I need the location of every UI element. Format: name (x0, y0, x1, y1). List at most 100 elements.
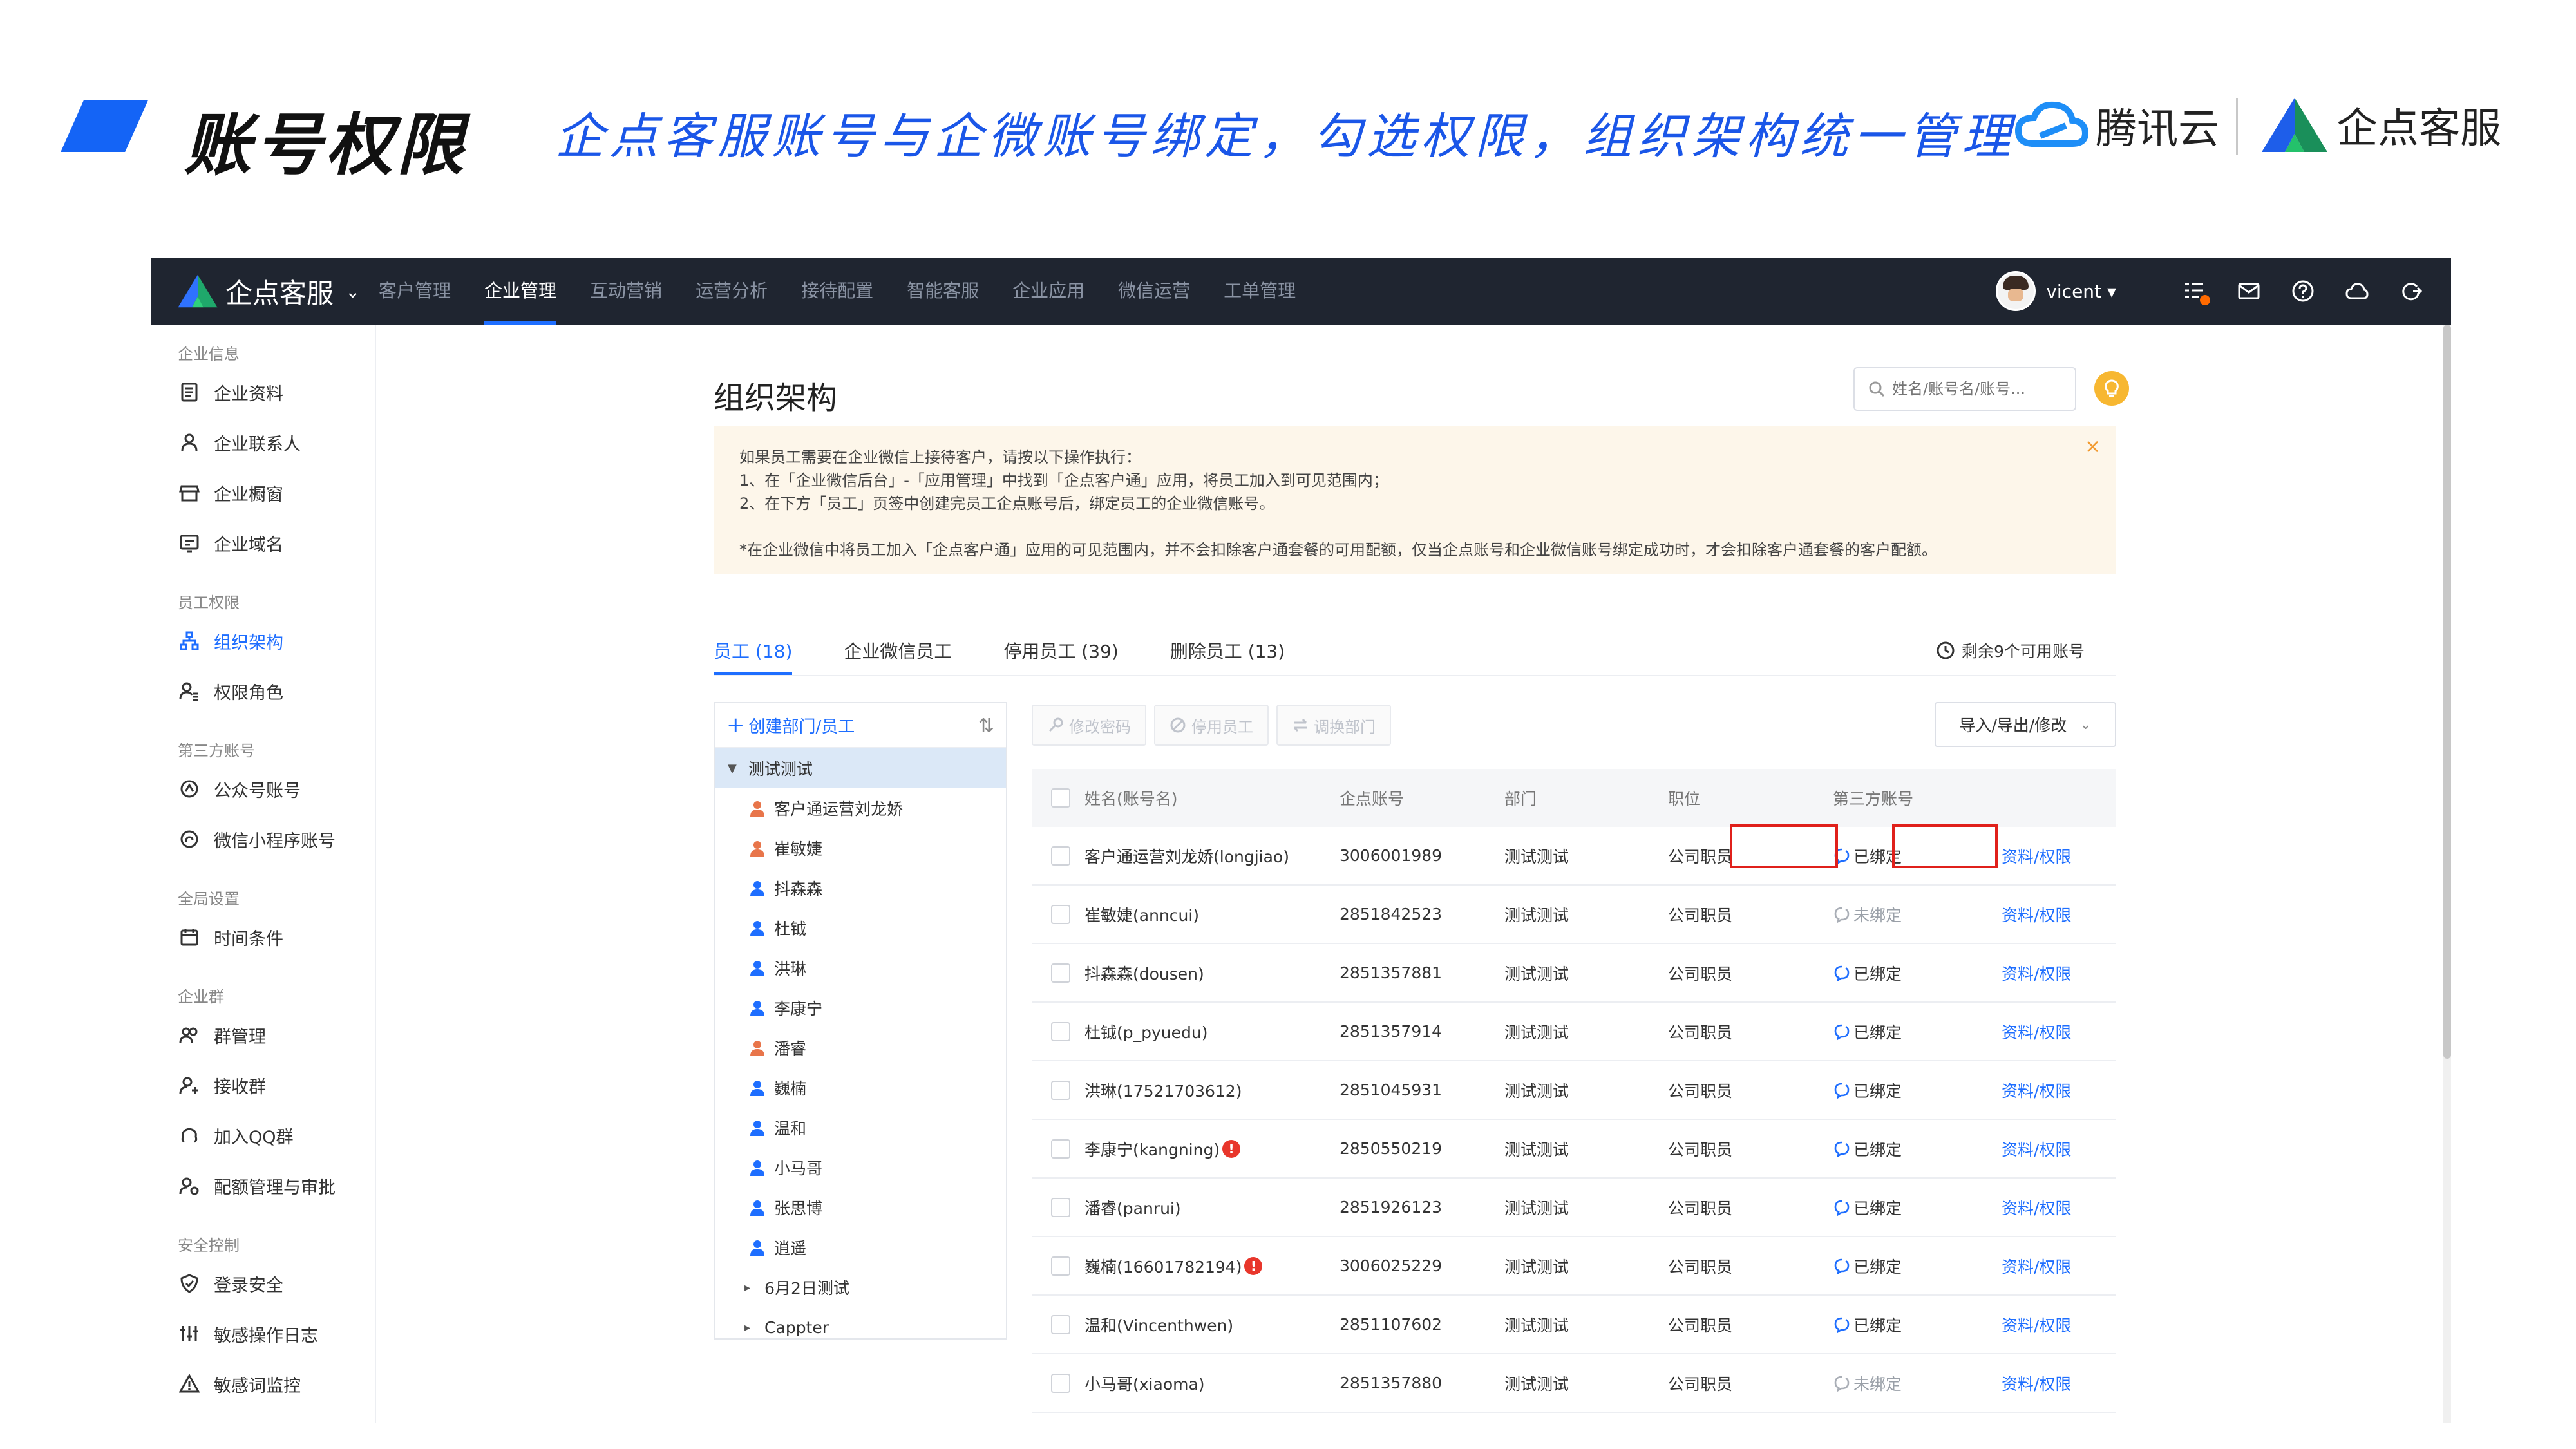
table-row[interactable]: 洪琳(17521703612) 2851045931 测试测试 公司职员 已绑定 资料/权… (1032, 1061, 2116, 1120)
profile-permission-link[interactable]: 资料/权限 (2002, 903, 2105, 926)
nav-logo[interactable]: 企点客服 ⌄ (176, 269, 360, 313)
profile-permission-link[interactable]: 资料/权限 (2002, 844, 2105, 867)
search-input[interactable] (1892, 380, 2066, 398)
tip-bulb-icon[interactable] (2094, 371, 2129, 406)
profile-permission-link[interactable]: 资料/权限 (2002, 1196, 2105, 1219)
sidebar-item[interactable]: 敏感操作日志 (151, 1309, 375, 1359)
tab-0[interactable]: 员工 (18) (714, 639, 793, 675)
cell-third-party[interactable]: 未绑定 (1833, 903, 2002, 926)
cell-third-party[interactable]: 已绑定 (1833, 1255, 2002, 1278)
tree-member-node[interactable]: 巍楠 (715, 1068, 1006, 1108)
cell-third-party[interactable]: 已绑定 (1833, 1020, 2002, 1043)
nav-item-1[interactable]: 企业管理 (484, 258, 557, 325)
table-row[interactable]: 抖森森(dousen) 2851357881 测试测试 公司职员 已绑定 资料/权限 (1032, 944, 2116, 1003)
tab-3[interactable]: 删除员工 (13) (1170, 639, 1285, 675)
tree-member-node[interactable]: 张思博 (715, 1188, 1006, 1227)
tree-member-node[interactable]: 潘睿 (715, 1028, 1006, 1068)
avatar[interactable] (1996, 271, 2036, 311)
table-row[interactable]: 潘睿(panrui) 2851926123 测试测试 公司职员 已绑定 资料/权限 (1032, 1179, 2116, 1237)
search-box[interactable] (1853, 367, 2076, 411)
tree-member-node[interactable]: 崔敏婕 (715, 828, 1006, 868)
tree-member-node[interactable]: 洪琳 (715, 948, 1006, 988)
row-checkbox[interactable] (1051, 1314, 1070, 1334)
cell-third-party[interactable]: 已绑定 (1833, 961, 2002, 985)
cell-third-party[interactable]: 已绑定 (1833, 1196, 2002, 1219)
help-icon[interactable] (2289, 277, 2317, 305)
sidebar-item[interactable]: 企业联系人 (151, 417, 375, 468)
tree-dept-node[interactable]: ▸ 6月2日测试 (715, 1267, 1006, 1307)
row-checkbox[interactable] (1051, 846, 1070, 866)
row-checkbox[interactable] (1051, 1256, 1070, 1276)
table-row[interactable]: 温和(Vincenthwen) 2851107602 测试测试 公司职员 已绑定 资料/权… (1032, 1296, 2116, 1354)
sidebar-item[interactable]: 配额管理与审批 (151, 1160, 375, 1211)
tree-dept-node[interactable]: ▸ Cappter (715, 1307, 1006, 1347)
tree-member-node[interactable]: 小马哥 (715, 1148, 1006, 1188)
tree-member-node[interactable]: 逍遥 (715, 1227, 1006, 1267)
select-all-checkbox[interactable] (1051, 788, 1070, 808)
sidebar-item[interactable]: 群管理 (151, 1010, 375, 1060)
sidebar-item[interactable]: 接收群 (151, 1060, 375, 1110)
alert-icon[interactable]: ! (1244, 1256, 1263, 1275)
row-checkbox[interactable] (1051, 904, 1070, 924)
sort-icon[interactable]: ⇅ (978, 715, 994, 737)
table-row[interactable]: 崔敏婕(anncui) 2851842523 测试测试 公司职员 未绑定 资料/权限 (1032, 886, 2116, 944)
tab-1[interactable]: 企业微信员工 (844, 639, 952, 675)
mail-icon[interactable] (2235, 277, 2263, 305)
cell-third-party[interactable]: 未绑定 (1833, 1372, 2002, 1395)
profile-permission-link[interactable]: 资料/权限 (2002, 961, 2105, 985)
user-menu[interactable]: vicent ▾ (2046, 281, 2116, 302)
profile-permission-link[interactable]: 资料/权限 (2002, 1079, 2105, 1102)
sidebar-item[interactable]: 登录安全 (151, 1258, 375, 1309)
row-checkbox[interactable] (1051, 963, 1070, 983)
sidebar-item[interactable]: 组织架构 (151, 616, 375, 666)
tree-member-node[interactable]: 温和 (715, 1108, 1006, 1148)
nav-item-0[interactable]: 客户管理 (379, 258, 451, 325)
tree-root-node[interactable]: ▼ 测试测试 (715, 748, 1006, 788)
nav-item-3[interactable]: 运营分析 (696, 258, 768, 325)
sidebar-item[interactable]: 微信小程序账号 (151, 814, 375, 864)
row-checkbox[interactable] (1051, 1080, 1070, 1100)
sidebar-item[interactable]: 企业资料 (151, 367, 375, 417)
cloud-icon[interactable] (2343, 277, 2371, 305)
nav-item-4[interactable]: 接待配置 (801, 258, 873, 325)
sidebar-item[interactable]: 加入QQ群 (151, 1110, 375, 1160)
alert-icon[interactable]: ! (1222, 1139, 1241, 1158)
table-row[interactable]: 巍楠(16601782194)! 3006025229 测试测试 公司职员 已绑定 资料/… (1032, 1237, 2116, 1296)
sidebar-item[interactable]: 企业橱窗 (151, 468, 375, 518)
row-checkbox[interactable] (1051, 1373, 1070, 1393)
logout-icon[interactable] (2397, 277, 2425, 305)
tree-member-node[interactable]: 客户通运营刘龙娇 (715, 788, 1006, 828)
nav-item-6[interactable]: 企业应用 (1012, 258, 1084, 325)
table-row[interactable]: 李康宁(kangning)! 2850550219 测试测试 公司职员 已绑定 资料/权限 (1032, 1120, 2116, 1179)
close-icon[interactable]: × (2085, 435, 2101, 459)
profile-permission-link[interactable]: 资料/权限 (2002, 1313, 2105, 1336)
sidebar-item[interactable]: 时间条件 (151, 912, 375, 962)
profile-permission-link[interactable]: 资料/权限 (2002, 1372, 2105, 1395)
disable-employee-button[interactable]: 停用员工 (1154, 705, 1269, 746)
nav-item-2[interactable]: 互动营销 (590, 258, 662, 325)
scrollbar-thumb[interactable] (2443, 325, 2451, 1059)
tab-2[interactable]: 停用员工 (39) (1003, 639, 1118, 675)
sidebar-item[interactable]: 敏感词监控 (151, 1359, 375, 1409)
create-dept-button[interactable]: + 创建部门/员工 (726, 712, 855, 738)
tree-member-node[interactable]: 杜钺 (715, 908, 1006, 948)
import-export-dropdown[interactable]: 导入/导出/修改 ⌄ (1935, 702, 2116, 747)
profile-permission-link[interactable]: 资料/权限 (2002, 1137, 2105, 1160)
nav-item-5[interactable]: 智能客服 (907, 258, 979, 325)
sidebar-item[interactable]: 企业域名 (151, 518, 375, 568)
sidebar-item[interactable]: 权限角色 (151, 666, 375, 716)
row-checkbox[interactable] (1051, 1197, 1070, 1217)
table-row[interactable]: 小马哥(xiaoma) 2851357880 测试测试 公司职员 未绑定 资料/权限 (1032, 1354, 2116, 1413)
tree-member-node[interactable]: 李康宁 (715, 988, 1006, 1028)
cell-third-party[interactable]: 已绑定 (1833, 1079, 2002, 1102)
nav-item-8[interactable]: 工单管理 (1224, 258, 1296, 325)
nav-item-7[interactable]: 微信运营 (1118, 258, 1190, 325)
cell-third-party[interactable]: 已绑定 (1833, 1137, 2002, 1160)
transfer-dept-button[interactable]: 调换部门 (1276, 705, 1391, 746)
profile-permission-link[interactable]: 资料/权限 (2002, 1255, 2105, 1278)
cell-third-party[interactable]: 已绑定 (1833, 1313, 2002, 1336)
row-checkbox[interactable] (1051, 1021, 1070, 1041)
table-row[interactable]: 杜钺(p_pyuedu) 2851357914 测试测试 公司职员 已绑定 资料/权限 (1032, 1003, 2116, 1061)
profile-permission-link[interactable]: 资料/权限 (2002, 1020, 2105, 1043)
change-password-button[interactable]: 修改密码 (1032, 705, 1146, 746)
